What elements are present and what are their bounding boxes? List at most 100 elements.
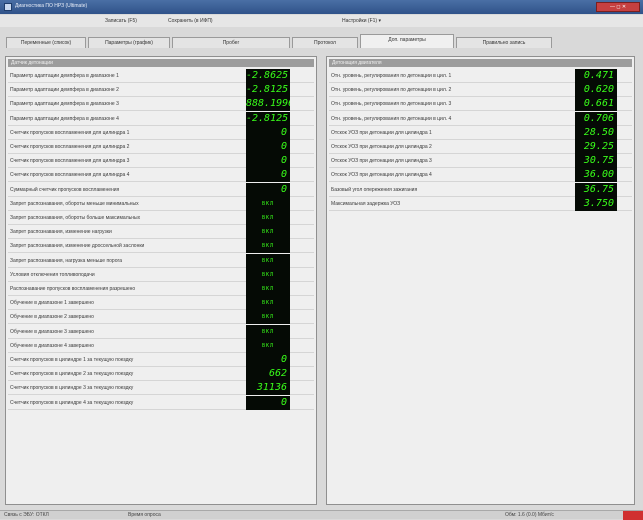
parameter-row: Обучение в диапазоне 2 завершено ВКЛ <box>8 310 314 325</box>
parameter-label: Отскок УОЗ при детонации для цилиндра 2 <box>331 144 432 150</box>
parameter-value-display: 0 <box>246 353 290 367</box>
parameter-label: Запрет распознавания, изменение нагрузки <box>10 229 112 236</box>
parameter-row: Отскок УОЗ при детонации для цилиндра 2 2… <box>329 140 632 154</box>
parameter-label: Счетчик пропусков воспламенения для цили… <box>10 144 130 150</box>
parameter-label: Счетчик пропусков в цилиндре 2 за текущу… <box>10 371 134 378</box>
parameter-row: Счетчик пропусков в цилиндре 4 за текущу… <box>8 395 314 410</box>
parameter-row: Суммарный счетчик пропусков воспламенени… <box>8 182 314 197</box>
parameter-value-display: 0 <box>246 140 290 154</box>
parameter-row: Максимальная задержка УОЗ 3.750 <box>329 196 632 211</box>
parameter-value-display: 31136 <box>246 381 290 396</box>
status-connection: Связь с ЭБУ: ОТКЛ <box>4 512 49 518</box>
parameter-label: Отн. уровень, регулирования по детонации… <box>331 101 452 108</box>
parameter-value-display: 0.620 <box>575 83 617 98</box>
parameter-label: Счетчик пропусков в цилиндре 4 за текущу… <box>10 399 134 406</box>
parameter-label: Параметр адаптации демпфера в диапазоне … <box>10 87 119 94</box>
tab-bar: Переменные (список) Параметры (график) П… <box>0 33 643 49</box>
parameter-value-display: ВКЛ <box>246 196 290 211</box>
parameter-row: Отн. уровень, регулирования по детонации… <box>329 83 632 98</box>
parameter-label: Базовый угол опережения зажигания <box>331 186 418 193</box>
tab-mileage[interactable]: Пробег <box>172 37 290 48</box>
parameter-row: Счетчик пропусков воспламенения для цили… <box>8 140 314 154</box>
parameter-row: Счетчик пропусков в цилиндре 3 за текущу… <box>8 381 314 396</box>
parameter-row: Запрет распознавания, обороты меньше мин… <box>8 196 314 211</box>
parameter-value-display: 662 <box>246 367 290 382</box>
parameter-value-display: -2.8125 <box>246 111 290 126</box>
parameter-label: Запрет распознавания, нагрузка меньше по… <box>10 257 122 264</box>
parameter-row: Запрет распознавания, изменение дроссель… <box>8 239 314 254</box>
menu-bar: Записать (F5) Сохранить (в ИФП) Настройк… <box>0 15 643 27</box>
parameter-label: Счетчик пропусков воспламенения для цили… <box>10 129 130 136</box>
parameter-row: Счетчик пропусков в цилиндре 1 за текущу… <box>8 353 314 367</box>
parameter-value-display: ВКЛ <box>246 267 290 282</box>
parameter-value-display: 0 <box>246 168 290 183</box>
parameter-label: Параметр адаптации демпфера в диапазоне … <box>10 115 119 122</box>
parameter-row: Параметр адаптации демпфера в диапазоне … <box>8 97 314 112</box>
parameter-row: Счетчик пропусков воспламенения для цили… <box>8 168 314 183</box>
menu-item-record[interactable]: Записать (F5) <box>105 18 137 24</box>
tab-variables-list[interactable]: Переменные (список) <box>6 37 86 48</box>
knock-panel: Детонация двигателя Отн. уровень, регули… <box>326 56 635 505</box>
panel-header: Детонация двигателя <box>329 59 632 67</box>
parameter-row: Счетчик пропусков воспламенения для цили… <box>8 125 314 140</box>
parameter-value-display: ВКЛ <box>246 211 290 225</box>
app-icon <box>4 3 12 11</box>
parameter-value-display: -2.8125 <box>246 83 290 98</box>
parameter-value-display: 0.661 <box>575 97 617 112</box>
parameter-row: Запрет распознавания, изменение нагрузки… <box>8 225 314 240</box>
parameter-value-display: ВКЛ <box>246 253 290 268</box>
parameter-value-display: 3.750 <box>575 196 617 211</box>
parameter-value-display: 0 <box>246 182 290 197</box>
tab-parameters-graph[interactable]: Параметры (график) <box>88 37 170 48</box>
parameter-value-display: ВКЛ <box>246 310 290 325</box>
parameter-row: Счетчик пропусков в цилиндре 2 за текущу… <box>8 367 314 382</box>
tab-extra-parameters[interactable]: Доп. параметры <box>360 34 454 48</box>
parameter-row: Запрет распознавания, обороты больше мак… <box>8 211 314 225</box>
parameter-label: Параметр адаптации демпфера в диапазоне … <box>10 101 119 108</box>
parameter-label: Отскок УОЗ при детонации для цилиндра 1 <box>331 129 432 136</box>
menu-item-save[interactable]: Сохранить (в ИФП) <box>168 18 213 24</box>
parameter-value-display: -2.8625 <box>246 69 290 83</box>
parameter-value-display: 36.75 <box>575 182 617 197</box>
status-bar: Связь с ЭБУ: ОТКЛ Время опроса Обм: 1.6 … <box>0 510 643 520</box>
parameter-value-display: ВКЛ <box>246 225 290 240</box>
parameter-row: Отскок УОЗ при детонации для цилиндра 3 3… <box>329 154 632 169</box>
parameter-value-display: 0.706 <box>575 111 617 126</box>
parameter-row: Параметр адаптации демпфера в диапазоне … <box>8 83 314 98</box>
parameter-label: Счетчик пропусков воспламенения для цили… <box>10 172 130 179</box>
parameter-value-display: 0 <box>246 125 290 140</box>
parameter-value-display: 30.75 <box>575 154 617 169</box>
parameter-label: Счетчик пропусков в цилиндре 3 за текущу… <box>10 385 134 392</box>
parameter-label: Запрет распознавания, изменение дроссель… <box>10 243 145 250</box>
parameter-value-display: 29.25 <box>575 140 617 154</box>
parameter-label: Счетчик пропусков воспламенения для цили… <box>10 158 130 165</box>
parameter-row: Счетчик пропусков воспламенения для цили… <box>8 154 314 169</box>
parameter-value-display: ВКЛ <box>246 296 290 311</box>
parameter-label: Максимальная задержка УОЗ <box>331 200 401 207</box>
parameter-value-display: ВКЛ <box>246 338 290 353</box>
parameter-value-display: ВКЛ <box>246 324 290 339</box>
parameter-label: Отн. уровень, регулирования по детонации… <box>331 73 452 79</box>
parameter-row: Базовый угол опережения зажигания 36.75 <box>329 182 632 197</box>
parameter-value-display: 28.50 <box>575 125 617 140</box>
window-title: Диагностика ПО НРЗ (Ultimate) <box>15 3 88 9</box>
misfire-panel: Датчик детонации Параметр адаптации демп… <box>5 56 317 505</box>
parameter-label: Обучение в диапазоне 2 завершено <box>10 314 94 321</box>
menu-item-settings[interactable]: Настройки (F1) ▾ <box>342 18 381 24</box>
parameter-value-display: ВКЛ <box>246 239 290 254</box>
parameter-row: Отскок УОЗ при детонации для цилиндра 4 3… <box>329 168 632 183</box>
parameter-value-display: 0 <box>246 154 290 169</box>
tab-correct-record[interactable]: Правильно запись <box>456 37 552 48</box>
parameter-row: Параметр адаптации демпфера в диапазоне … <box>8 69 314 83</box>
parameter-label: Отскок УОЗ при детонации для цилиндра 4 <box>331 172 432 179</box>
parameter-label: Параметр адаптации демпфера в диапазоне … <box>10 73 119 79</box>
tab-protocol[interactable]: Протокол <box>292 37 358 48</box>
parameter-label: Суммарный счетчик пропусков воспламенени… <box>10 186 120 193</box>
window-controls[interactable]: — ◻ ✕ <box>596 2 640 12</box>
parameter-row: Обучение в диапазоне 3 завершено ВКЛ <box>8 324 314 339</box>
parameter-label: Отн. уровень, регулирования по детонации… <box>331 115 452 122</box>
parameter-label: Обучение в диапазоне 1 завершено <box>10 300 94 307</box>
parameter-row: Отн. уровень, регулирования по детонации… <box>329 111 632 126</box>
parameter-label: Запрет распознавания, обороты больше мак… <box>10 215 141 221</box>
panel-header: Датчик детонации <box>8 59 314 67</box>
